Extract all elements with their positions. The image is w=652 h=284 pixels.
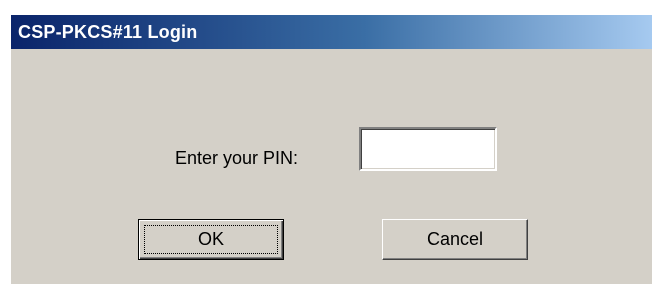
login-dialog: CSP-PKCS#11 Login Enter your PIN: OK Can… (10, 14, 652, 284)
ok-button[interactable]: OK (138, 219, 284, 260)
pin-label: Enter your PIN: (175, 148, 299, 168)
focus-ring (144, 225, 278, 254)
title-bar[interactable]: CSP-PKCS#11 Login (11, 15, 652, 49)
pin-input[interactable] (359, 127, 497, 171)
cancel-button-label: Cancel (426, 229, 484, 249)
dialog-title: CSP-PKCS#11 Login (18, 21, 198, 42)
cancel-button[interactable]: Cancel (382, 219, 528, 260)
